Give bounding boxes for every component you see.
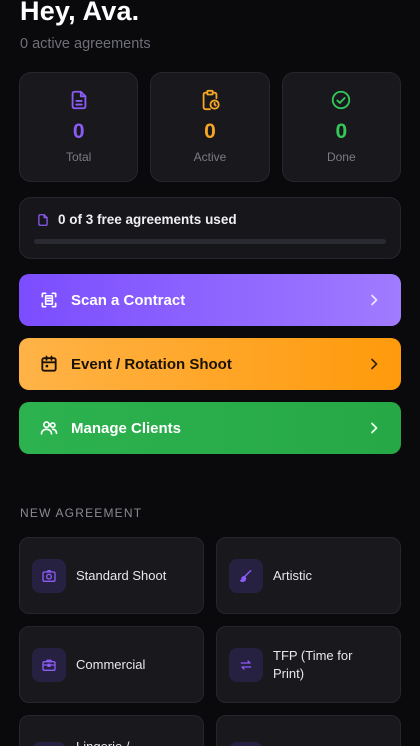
agreement-type-label: Standard Shoot: [76, 567, 167, 583]
agreement-type-label: Commercial: [76, 656, 146, 672]
users-icon: [40, 421, 58, 435]
stat-active-value: 0: [204, 120, 216, 143]
scan-icon: [41, 292, 57, 308]
stat-total: 0 Total: [19, 72, 139, 182]
usage-progress-track: [34, 239, 386, 244]
scan-contract-button[interactable]: Scan a Contract: [19, 274, 401, 326]
new-agreement-heading: NEW AGREEMENT: [20, 506, 143, 520]
brush-icon: [229, 558, 263, 593]
stat-done-value: 0: [335, 120, 348, 143]
agreement-type-standard-shoot[interactable]: Standard Shoot: [19, 537, 204, 614]
agreement-type-commercial[interactable]: Commercial: [19, 626, 204, 703]
agreement-type-artistic[interactable]: Artistic: [216, 537, 401, 614]
document-icon: [38, 213, 48, 226]
scan-contract-label: Scan a Contract: [71, 291, 186, 309]
event-rotation-shoot-button[interactable]: Event / Rotation Shoot: [19, 338, 401, 390]
briefcase-icon: [32, 647, 66, 682]
agreement-type-label: Lingerie /: [76, 738, 129, 746]
new-agreement-grid: Standard Shoot Artistic Commercial TFP (…: [19, 537, 401, 746]
agreement-type-lingerie[interactable]: Lingerie /: [19, 715, 204, 746]
manage-clients-label: Manage Clients: [71, 419, 182, 437]
stat-done: 0 Done: [281, 72, 401, 182]
stats-row: 0 Total 0 Active 0 Done: [19, 72, 401, 182]
usage-text: 0 of 3 free agreements used: [58, 212, 237, 227]
check-circle-icon: [332, 90, 351, 110]
stat-total-label: Total: [65, 150, 92, 164]
calendar-icon: [41, 355, 57, 372]
generic-icon: [32, 742, 66, 746]
stat-total-value: 0: [72, 120, 85, 143]
agreement-type-label: Artistic: [273, 567, 312, 583]
event-rotation-shoot-label: Event / Rotation Shoot: [71, 355, 232, 373]
stat-active-label: Active: [193, 150, 227, 164]
chevron-right-icon: [371, 358, 378, 370]
free-usage-card: 0 of 3 free agreements used: [19, 197, 401, 259]
active-count-subtitle: 0 active agreements: [20, 36, 151, 52]
chevron-right-icon: [371, 422, 378, 434]
agreement-type-more[interactable]: [216, 715, 401, 746]
agreement-type-label: TFP (Time for Print): [273, 647, 353, 681]
chevron-right-icon: [371, 294, 378, 306]
swap-icon: [229, 647, 263, 682]
document-icon: [71, 90, 86, 110]
stat-active: 0 Active: [150, 72, 270, 182]
stat-done-label: Done: [326, 150, 356, 164]
agreement-type-tfp[interactable]: TFP (Time for Print): [216, 626, 401, 703]
greeting: Hey, Ava.: [20, 0, 140, 26]
manage-clients-button[interactable]: Manage Clients: [19, 402, 401, 454]
camera-icon: [32, 558, 66, 593]
generic-icon: [229, 742, 263, 746]
clipboard-clock-icon: [202, 89, 220, 111]
